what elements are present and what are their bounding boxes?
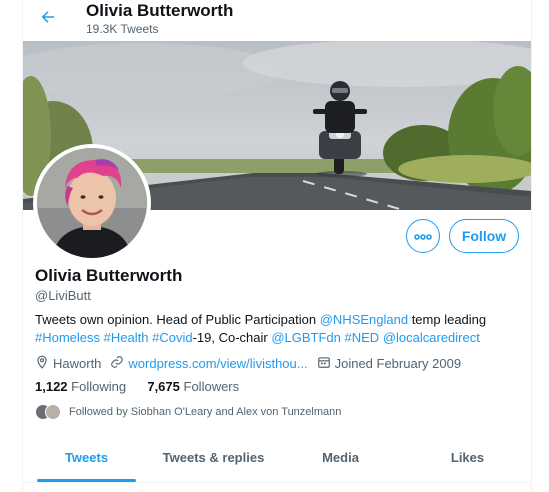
- tab-likes[interactable]: Likes: [404, 432, 531, 482]
- bio-text: -19, Co-chair: [192, 330, 272, 345]
- following-link[interactable]: 1,122 Following: [35, 379, 126, 394]
- followers-count: 7,675: [147, 379, 180, 394]
- followed-by-avatars: [35, 404, 63, 420]
- profile-bio: Tweets own opinion. Head of Public Parti…: [35, 311, 521, 347]
- tab-tweets[interactable]: Tweets: [23, 432, 150, 482]
- profile-meta: Haworth wordpress.com/view/livisthou... …: [35, 354, 470, 372]
- profile-header-bar: Olivia Butterworth 19.3K Tweets: [23, 0, 531, 41]
- followers-link[interactable]: 7,675 Followers: [147, 379, 239, 394]
- followers-label: Followers: [183, 379, 240, 394]
- link-icon: [110, 355, 128, 372]
- profile-joined: Joined February 2009: [317, 355, 461, 372]
- more-options-button[interactable]: [406, 219, 440, 253]
- profile-tabs: Tweets Tweets & replies Media Likes: [23, 432, 531, 483]
- tab-tweets-and-replies[interactable]: Tweets & replies: [150, 432, 277, 482]
- profile-location: Haworth: [35, 355, 101, 372]
- bio-hashtag-ned[interactable]: #NED: [345, 330, 380, 345]
- location-pin-icon: [35, 355, 53, 372]
- calendar-icon: [317, 355, 335, 372]
- header-tweet-count: 19.3K Tweets: [86, 22, 159, 36]
- back-button[interactable]: [33, 4, 63, 34]
- followed-by-text: Followed by Siobhan O'Leary and Alex von…: [69, 406, 342, 418]
- profile-avatar[interactable]: [33, 144, 151, 262]
- joined-text: Joined February 2009: [334, 355, 462, 371]
- following-count: 1,122: [35, 379, 68, 394]
- ellipsis-icon: [414, 227, 432, 245]
- tab-media[interactable]: Media: [277, 432, 404, 482]
- profile-website[interactable]: wordpress.com/view/livisthou...: [110, 355, 308, 372]
- header-profile-name: Olivia Butterworth: [86, 1, 234, 20]
- bio-text: Tweets own opinion. Head of Public Parti…: [35, 312, 320, 327]
- bio-mention-nhsengland[interactable]: @NHSEngland: [320, 312, 408, 327]
- profile-stats: 1,122 Following 7,675 Followers: [35, 379, 239, 394]
- website-link[interactable]: wordpress.com/view/livisthou...: [128, 356, 307, 371]
- bio-mention-lgbtfdn[interactable]: @LGBTFdn: [271, 330, 341, 345]
- bio-hashtag-covid[interactable]: #Covid: [152, 330, 192, 345]
- bio-mention-localcaredirect[interactable]: @localcaredirect: [383, 330, 480, 345]
- profile-column: Olivia Butterworth 19.3K Tweets Follow O…: [22, 0, 532, 492]
- profile-handle: @LiviButt: [35, 288, 91, 303]
- bio-hashtag-homeless[interactable]: #Homeless: [35, 330, 100, 345]
- arrow-left-icon: [39, 8, 57, 31]
- bio-hashtag-health[interactable]: #Health: [104, 330, 149, 345]
- bio-text: temp leading: [408, 312, 487, 327]
- avatar: [45, 404, 61, 420]
- following-label: Following: [71, 379, 127, 394]
- location-text: Haworth: [53, 355, 102, 371]
- follow-button[interactable]: Follow: [449, 219, 519, 253]
- followed-by[interactable]: Followed by Siobhan O'Leary and Alex von…: [35, 404, 341, 420]
- profile-name: Olivia Butterworth: [35, 266, 183, 285]
